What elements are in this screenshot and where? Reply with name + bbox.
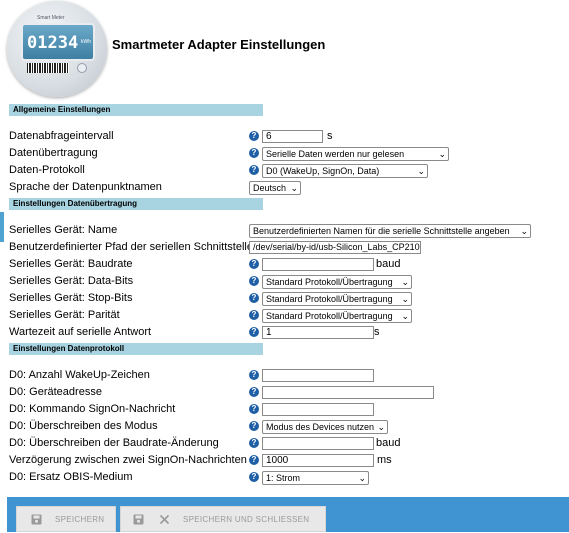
delay-unit: ms (377, 454, 392, 466)
save-button[interactable]: SPEICHERN (16, 506, 116, 532)
baudchange-input[interactable] (262, 437, 374, 450)
parity-help-icon[interactable]: ? (249, 310, 259, 320)
serial-name-select-value: Benutzerdefinierten Namen für die seriel… (253, 226, 510, 236)
serial-name-label: Serielles Gerät: Name (9, 224, 118, 236)
obis-select[interactable]: 1: Strom ⌄ (262, 471, 369, 485)
signon-input[interactable] (262, 403, 374, 416)
protocol-help-icon[interactable]: ? (249, 165, 259, 175)
obis-select-value: 1: Strom (266, 473, 301, 483)
interval-label: Datenabfrageintervall (9, 130, 114, 142)
databits-select-value: Standard Protokoll/Übertragung (266, 277, 393, 287)
transfer-select-value: Serielle Daten werden nur gelesen (266, 149, 405, 159)
save-icon (31, 514, 42, 525)
smartmeter-logo: Smart Meter 01234 kWh (7, 1, 107, 97)
section-transfer: Einstellungen Datenübertragung (9, 198, 263, 210)
chevron-down-icon: ⌄ (401, 277, 409, 287)
baudchange-unit: baud (376, 437, 401, 449)
interval-input[interactable]: 6 (262, 130, 323, 143)
mode-select-value: Modus des Devices nutzen (266, 422, 375, 432)
chevron-down-icon: ⌄ (377, 422, 385, 432)
chevron-down-icon: ⌄ (290, 183, 298, 193)
interval-help-icon[interactable]: ? (249, 131, 259, 141)
stopbits-label: Serielles Gerät: Stop-Bits (9, 292, 133, 304)
chevron-down-icon: ⌄ (358, 473, 366, 483)
stopbits-help-icon[interactable]: ? (249, 293, 259, 303)
serial-path-label: Benutzerdefinierter Pfad der seriellen S… (9, 241, 253, 253)
protocol-select[interactable]: D0 (WakeUp, SignOn, Data) ⌄ (262, 164, 428, 178)
scroll-marker (0, 212, 4, 242)
stopbits-select-value: Standard Protokoll/Übertragung (266, 294, 393, 304)
save-close-button[interactable]: SPEICHERN UND SCHLIESSEN (120, 506, 326, 532)
chevron-down-icon: ⌄ (401, 311, 409, 321)
language-select-value: Deutsch (253, 183, 287, 193)
protocol-select-value: D0 (WakeUp, SignOn, Data) (266, 166, 380, 176)
wakeup-input[interactable] (262, 369, 374, 382)
address-input[interactable] (262, 386, 434, 399)
mode-label: D0: Überschreiben des Modus (9, 420, 158, 432)
wakeup-help-icon[interactable]: ? (249, 370, 259, 380)
databits-select[interactable]: Standard Protokoll/Übertragung ⌄ (262, 275, 412, 289)
parity-label: Serielles Gerät: Parität (9, 309, 120, 321)
mode-select[interactable]: Modus des Devices nutzen ⌄ (262, 420, 388, 434)
obis-label: D0: Ersatz OBIS-Medium (9, 471, 133, 483)
parity-select[interactable]: Standard Protokoll/Übertragung ⌄ (262, 309, 412, 323)
save-icon (133, 514, 144, 525)
logo-digits: 01234 (27, 33, 79, 53)
transfer-select[interactable]: Serielle Daten werden nur gelesen ⌄ (262, 147, 449, 161)
address-label: D0: Geräteadresse (9, 386, 102, 398)
transfer-help-icon[interactable]: ? (249, 148, 259, 158)
chevron-down-icon: ⌄ (438, 149, 446, 159)
baud-help-icon[interactable]: ? (249, 259, 259, 269)
stopbits-select[interactable]: Standard Protokoll/Übertragung ⌄ (262, 292, 412, 306)
logo-brand: Smart Meter (37, 15, 65, 21)
logo-barcode (27, 63, 69, 73)
wakeup-label: D0: Anzahl WakeUp-Zeichen (9, 369, 150, 381)
transfer-label: Datenübertragung (9, 147, 98, 159)
chevron-down-icon: ⌄ (401, 294, 409, 304)
page-title: Smartmeter Adapter Einstellungen (112, 37, 326, 52)
left-strip (0, 0, 6, 532)
wait-input[interactable]: 1 (262, 326, 374, 339)
save-button-label: SPEICHERN (55, 515, 105, 524)
close-icon (159, 514, 170, 525)
baud-unit: baud (376, 258, 401, 270)
delay-input[interactable]: 1000 (262, 454, 374, 467)
protocol-label: Daten-Protokoll (9, 164, 85, 176)
serial-path-input[interactable]: /dev/serial/by-id/usb-Silicon_Labs_CP210… (249, 241, 421, 254)
databits-help-icon[interactable]: ? (249, 276, 259, 286)
obis-help-icon[interactable]: ? (249, 472, 259, 482)
serial-name-select[interactable]: Benutzerdefinierten Namen für die seriel… (249, 224, 531, 238)
baudchange-help-icon[interactable]: ? (249, 438, 259, 448)
logo-dot (77, 63, 87, 73)
databits-label: Serielles Gerät: Data-Bits (9, 275, 134, 287)
section-protocol: Einstellungen Datenprotokoll (9, 343, 263, 355)
chevron-down-icon: ⌄ (417, 166, 425, 176)
delay-help-icon[interactable]: ? (249, 455, 259, 465)
signon-help-icon[interactable]: ? (249, 404, 259, 414)
signon-label: D0: Kommando SignOn-Nachricht (9, 403, 176, 415)
mode-help-icon[interactable]: ? (249, 421, 259, 431)
baud-input[interactable] (262, 258, 374, 271)
wait-label: Wartezeit auf serielle Antwort (9, 326, 152, 338)
chevron-down-icon: ⌄ (520, 226, 528, 236)
wait-unit: s (374, 326, 380, 338)
interval-unit: s (327, 130, 333, 142)
language-select[interactable]: Deutsch ⌄ (249, 181, 301, 195)
save-close-button-label: SPEICHERN UND SCHLIESSEN (183, 515, 310, 524)
section-general: Allgemeine Einstellungen (9, 104, 263, 116)
logo-unit: kWh (81, 39, 91, 45)
address-help-icon[interactable]: ? (249, 387, 259, 397)
logo-display: 01234 kWh (21, 23, 95, 61)
baudchange-label: D0: Überschreiben der Baudrate-Änderung (9, 437, 219, 449)
wait-help-icon[interactable]: ? (249, 327, 259, 337)
delay-label: Verzögerung zwischen zwei SignOn-Nachric… (9, 454, 247, 466)
language-label: Sprache der Datenpunktnamen (9, 181, 162, 193)
baud-label: Serielles Gerät: Baudrate (9, 258, 133, 270)
parity-select-value: Standard Protokoll/Übertragung (266, 311, 393, 321)
